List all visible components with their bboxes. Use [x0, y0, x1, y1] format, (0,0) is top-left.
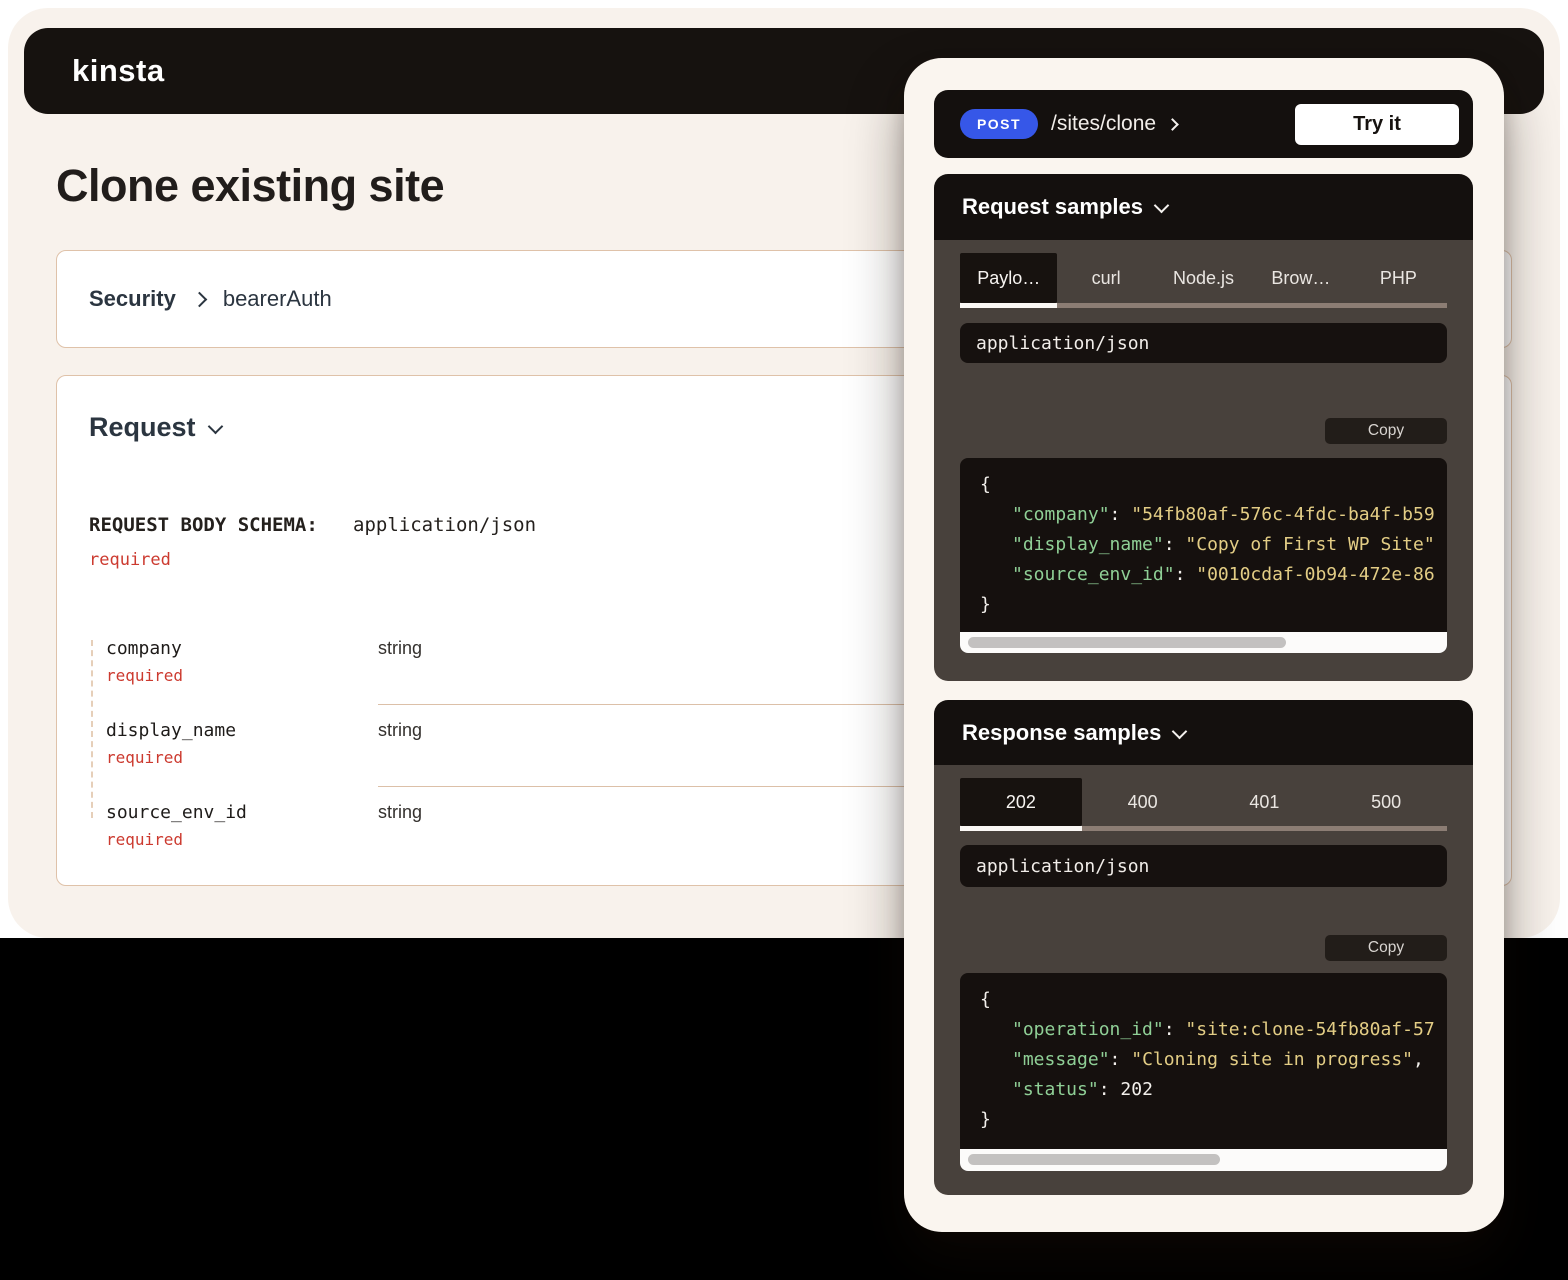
- chevron-down-icon: [1154, 198, 1170, 214]
- request-body-schema-content-type: application/json: [353, 514, 536, 536]
- tab-underline-track: [960, 826, 1447, 831]
- tab-nodejs[interactable]: Node.js: [1155, 253, 1252, 303]
- tab-browser[interactable]: Brow…: [1252, 253, 1349, 303]
- security-label: Security: [89, 286, 176, 312]
- tab-curl[interactable]: curl: [1057, 253, 1154, 303]
- code-separator: :: [1164, 1019, 1186, 1040]
- tab-400[interactable]: 400: [1082, 778, 1204, 826]
- code-separator: :: [1175, 564, 1197, 585]
- code-key: "operation_id": [1012, 1019, 1164, 1040]
- active-tab-underline: [960, 303, 1057, 308]
- code-brace: }: [980, 594, 991, 615]
- request-code-block: { "company": "54fb80af-576c-4fdc-ba4f-b5…: [960, 458, 1447, 653]
- content-type-box: application/json: [960, 323, 1447, 363]
- code-string-value: "site:clone-54fb80af-57: [1185, 1019, 1434, 1040]
- request-samples-tabs: Paylo… curl Node.js Brow… PHP: [960, 253, 1447, 303]
- method-badge: POST: [960, 109, 1038, 139]
- response-samples-header[interactable]: Response samples: [934, 700, 1473, 765]
- code-key: "status": [1012, 1079, 1099, 1100]
- request-samples-body: Paylo… curl Node.js Brow… PHP applicatio…: [934, 240, 1473, 681]
- endpoint-bar: POST /sites/clone Try it: [934, 90, 1473, 158]
- code-string-value: "Copy of First WP Site": [1185, 534, 1434, 555]
- try-it-button[interactable]: Try it: [1295, 104, 1459, 145]
- code-separator: :: [1099, 1079, 1121, 1100]
- response-samples-title: Response samples: [962, 720, 1161, 746]
- request-samples-title: Request samples: [962, 194, 1143, 220]
- horizontal-scrollbar[interactable]: [960, 632, 1447, 653]
- field-type: string: [378, 720, 422, 741]
- field-name: source_env_id: [106, 802, 247, 823]
- horizontal-scrollbar[interactable]: [960, 1149, 1447, 1171]
- chevron-right-icon: [1166, 118, 1179, 131]
- tab-payload[interactable]: Paylo…: [960, 253, 1057, 303]
- code-key: "display_name": [1012, 534, 1164, 555]
- scrollbar-thumb[interactable]: [968, 637, 1286, 648]
- scrollbar-thumb[interactable]: [968, 1154, 1220, 1165]
- code-string-value: "Cloning site in progress": [1131, 1049, 1413, 1070]
- screenshot-canvas: kinsta Clone existing site Security bear…: [0, 0, 1568, 1280]
- code-key: "message": [1012, 1049, 1110, 1070]
- request-title: Request: [89, 412, 196, 443]
- tab-underline-track: [960, 303, 1447, 308]
- code-number-value: 202: [1120, 1079, 1153, 1100]
- tab-500[interactable]: 500: [1325, 778, 1447, 826]
- kinsta-logo[interactable]: kinsta: [72, 53, 165, 89]
- content-type-box: application/json: [960, 845, 1447, 887]
- request-samples-header[interactable]: Request samples: [934, 174, 1473, 240]
- endpoint-path: /sites/clone: [1051, 112, 1156, 136]
- field-name: display_name: [106, 720, 236, 741]
- response-samples-tabs: 202 400 401 500: [960, 778, 1447, 826]
- field-required-badge: required: [106, 748, 183, 767]
- field-type: string: [378, 802, 422, 823]
- chevron-down-icon: [207, 418, 223, 434]
- code-separator: :: [1110, 504, 1132, 525]
- request-body-schema-label: REQUEST BODY SCHEMA:: [89, 514, 318, 536]
- copy-button[interactable]: Copy: [1325, 935, 1447, 961]
- field-required-badge: required: [106, 830, 183, 849]
- code-brace: {: [980, 474, 991, 495]
- field-type: string: [378, 638, 422, 659]
- request-section-toggle[interactable]: Request: [89, 412, 221, 443]
- code-string-value: "54fb80af-576c-4fdc-ba4f-b59: [1131, 504, 1434, 525]
- field-tree-line: [91, 640, 93, 818]
- code-key: "source_env_id": [1012, 564, 1175, 585]
- code-key: "company": [1012, 504, 1110, 525]
- code-separator: :: [1164, 534, 1186, 555]
- code-brace: {: [980, 989, 991, 1010]
- code-comma: ,: [1413, 1049, 1424, 1070]
- api-sample-card: POST /sites/clone Try it Request samples…: [904, 58, 1504, 1232]
- code-string-value: "0010cdaf-0b94-472e-86: [1196, 564, 1434, 585]
- active-tab-underline: [960, 826, 1082, 831]
- code-brace: }: [980, 1109, 991, 1130]
- field-name: company: [106, 638, 182, 659]
- tab-202[interactable]: 202: [960, 778, 1082, 826]
- tab-401[interactable]: 401: [1204, 778, 1326, 826]
- response-samples-body: 202 400 401 500 application/json Copy { …: [934, 765, 1473, 1195]
- security-scheme-value: bearerAuth: [223, 286, 332, 312]
- response-code-block: { "operation_id": "site:clone-54fb80af-5…: [960, 973, 1447, 1171]
- schema-required-badge: required: [89, 550, 171, 570]
- field-required-badge: required: [106, 666, 183, 685]
- code-separator: :: [1110, 1049, 1132, 1070]
- chevron-right-icon: [192, 291, 208, 307]
- page-title: Clone existing site: [56, 160, 444, 212]
- chevron-down-icon: [1172, 723, 1188, 739]
- tab-php[interactable]: PHP: [1350, 253, 1447, 303]
- copy-button[interactable]: Copy: [1325, 418, 1447, 444]
